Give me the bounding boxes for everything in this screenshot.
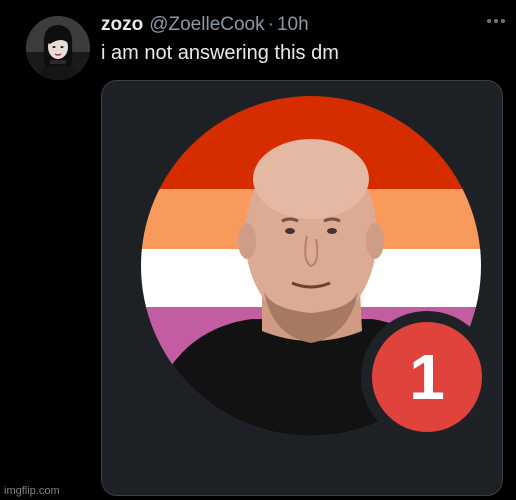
display-name[interactable]: zozo — [101, 14, 143, 36]
avatar-image — [26, 16, 90, 80]
notification-badge-fill: 1 — [372, 322, 482, 432]
separator-dot: · — [267, 14, 274, 35]
imgflip-watermark: imgflip.com — [4, 485, 60, 497]
tweet-text: i am not answering this dm — [101, 42, 339, 64]
user-handle[interactable]: @ZoelleCook — [149, 14, 264, 36]
user-avatar[interactable] — [26, 16, 90, 80]
tweet-timestamp[interactable]: 10h — [277, 14, 309, 36]
tweet-screenshot: zozo @ZoelleCook · 10h i am not answerin… — [0, 0, 516, 500]
notification-count: 1 — [409, 341, 445, 413]
more-options-icon[interactable] — [484, 13, 508, 29]
notification-badge: 1 — [361, 311, 493, 443]
tweet-header: zozo @ZoelleCook · 10h — [101, 14, 309, 36]
tweet-media[interactable]: 1 — [101, 80, 503, 496]
